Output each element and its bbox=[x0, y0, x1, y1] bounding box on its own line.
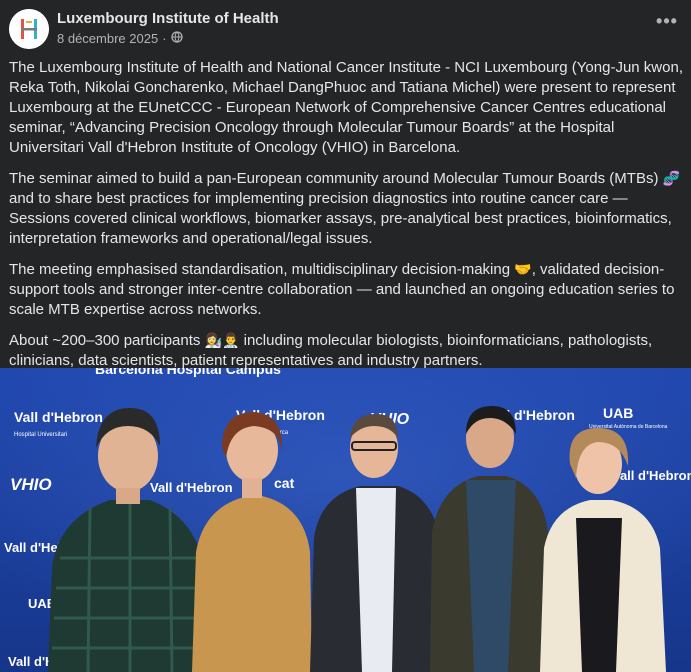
scientists-emoji: 👩‍🔬👨‍⚕️ bbox=[204, 332, 240, 348]
meta-separator: · bbox=[162, 31, 167, 46]
dna-emoji: 🧬 bbox=[662, 170, 681, 186]
post-meta: 8 décembre 2025 · bbox=[57, 31, 183, 46]
post-paragraph-3: The meeting emphasised standardisation, … bbox=[9, 259, 685, 320]
post-body: The Luxembourg Institute of Health and N… bbox=[9, 58, 685, 381]
globe-icon bbox=[170, 31, 183, 46]
post-date[interactable]: 8 décembre 2025 bbox=[57, 31, 158, 46]
backdrop-logo: cat bbox=[274, 475, 295, 491]
backdrop-logo: Vall d'Hebron bbox=[612, 468, 691, 483]
backdrop-logo: Vall d'Hebron bbox=[14, 409, 103, 425]
post-paragraph-1: The Luxembourg Institute of Health and N… bbox=[9, 58, 685, 158]
paragraph-text: The Luxembourg Institute of Health and N… bbox=[9, 59, 683, 156]
paragraph-text: The seminar aimed to build a pan-Europea… bbox=[9, 170, 663, 187]
page-avatar[interactable] bbox=[9, 9, 49, 49]
backdrop-logo: Vall d'Hebron bbox=[150, 480, 233, 495]
page-name-link[interactable]: Luxembourg Institute of Health bbox=[57, 10, 279, 27]
group-photo-image: Barcelona Hospital Campus Vall d'Hebron … bbox=[0, 368, 691, 672]
banner-text: Barcelona Hospital Campus bbox=[95, 368, 281, 377]
backdrop-logo: VHIO bbox=[10, 475, 52, 494]
paragraph-text: The meeting emphasised standardisation, … bbox=[9, 261, 515, 278]
post-paragraph-2: The seminar aimed to build a pan-Europea… bbox=[9, 168, 685, 249]
backdrop-logo-sub: Hospital Universitari bbox=[14, 432, 67, 438]
backdrop-logo: UAB bbox=[603, 405, 633, 421]
more-options-button[interactable]: ••• bbox=[651, 12, 683, 36]
paragraph-text-tail: and to share best practices for implemen… bbox=[9, 190, 672, 247]
post-paragraph-4: About ~200–300 participants 👩‍🔬👨‍⚕️ incl… bbox=[9, 330, 685, 371]
lih-logo-icon bbox=[9, 9, 49, 49]
facebook-post: Luxembourg Institute of Health 8 décembr… bbox=[0, 0, 691, 672]
handshake-emoji: 🤝 bbox=[514, 261, 532, 277]
post-header: Luxembourg Institute of Health 8 décembr… bbox=[0, 0, 691, 58]
paragraph-text: About ~200–300 participants bbox=[9, 332, 205, 349]
post-photo[interactable]: Barcelona Hospital Campus Vall d'Hebron … bbox=[0, 368, 691, 672]
